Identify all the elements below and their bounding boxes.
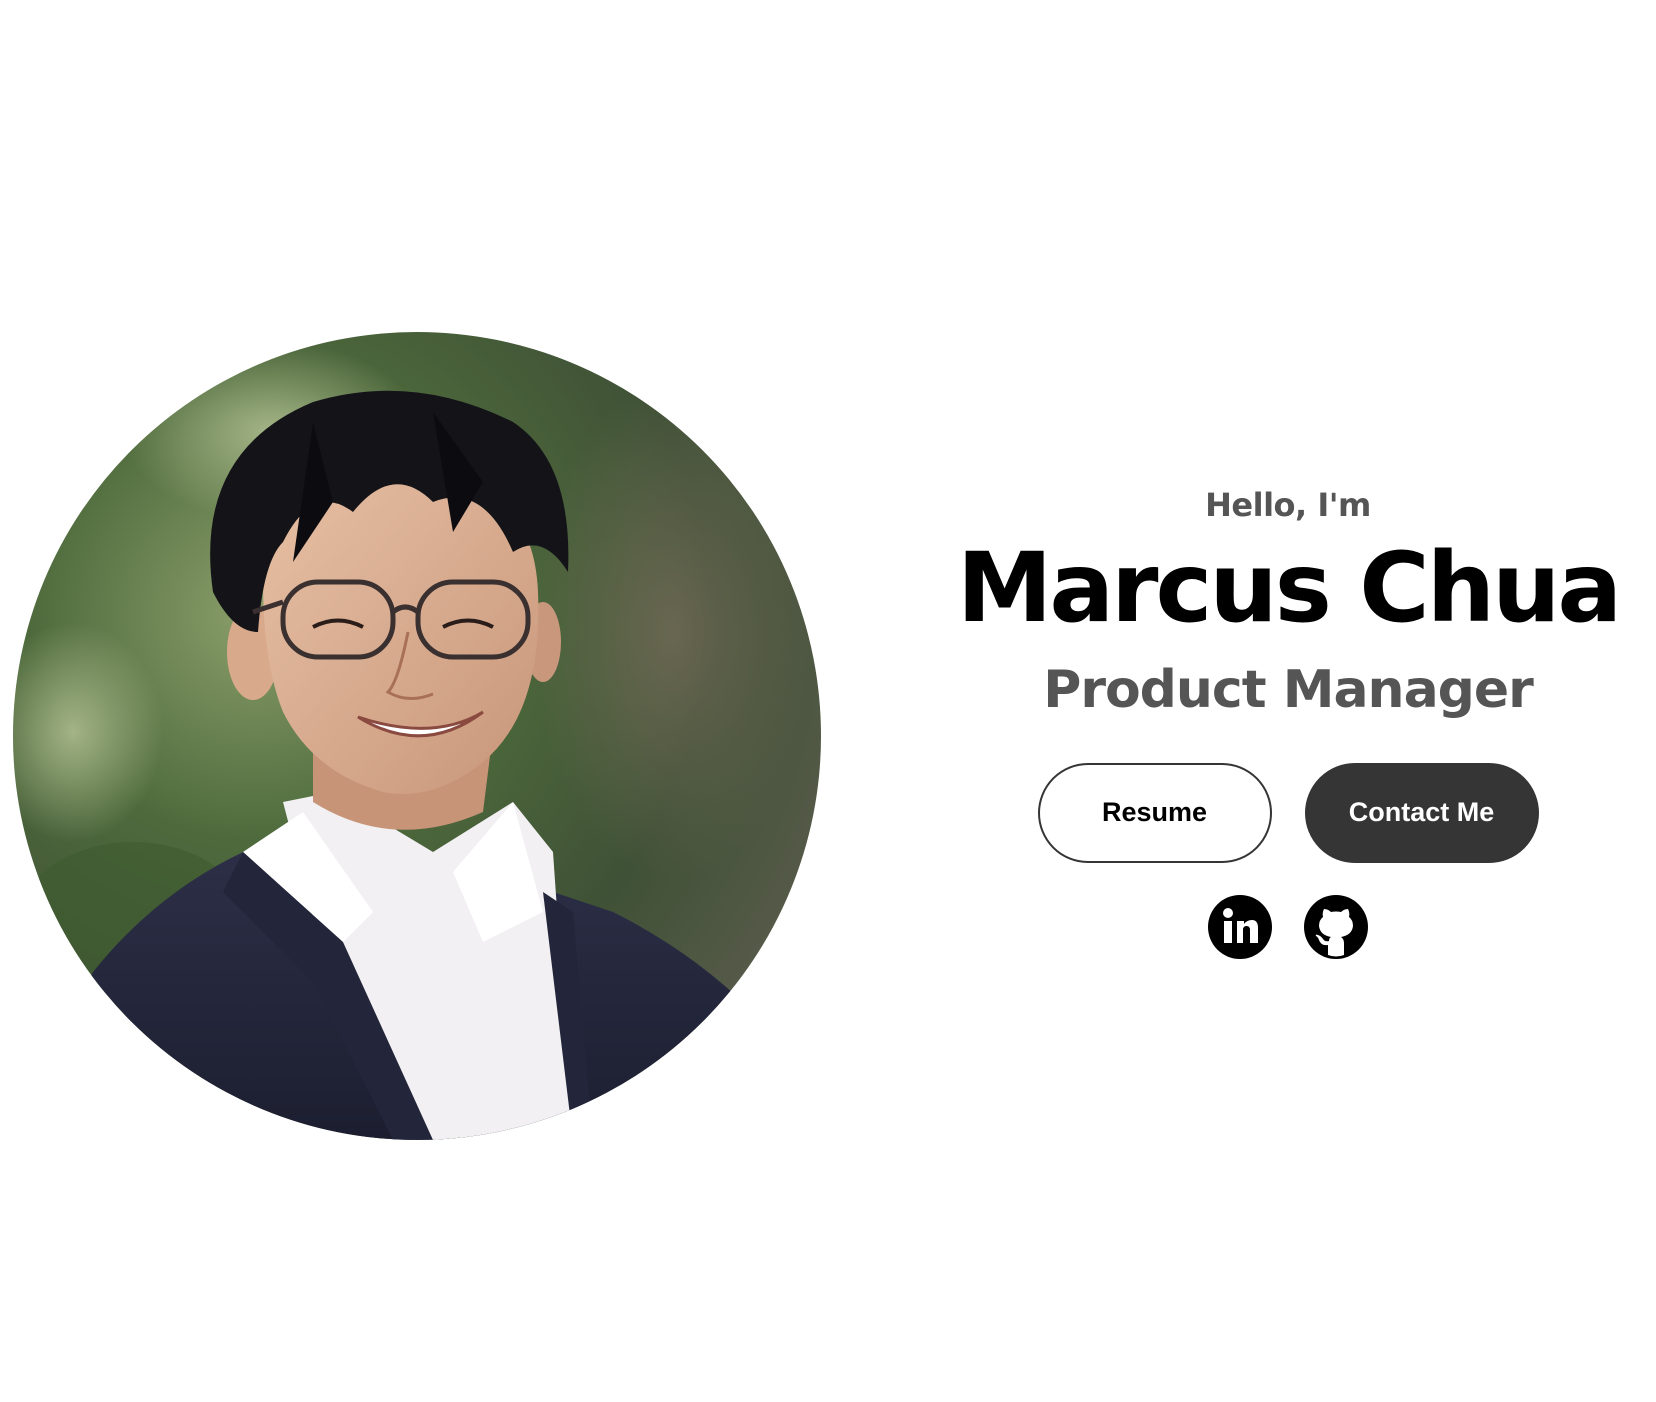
page-title: Marcus Chua <box>956 532 1622 644</box>
action-buttons: Resume Contact Me <box>1037 762 1539 863</box>
github-link[interactable] <box>1304 894 1368 959</box>
github-icon <box>1304 894 1368 959</box>
linkedin-link[interactable] <box>1208 894 1272 959</box>
greeting-text: Hello, I'm <box>1205 486 1371 524</box>
intro-section: Hello, I'm Marcus Chua Product Manager R… <box>956 470 1656 959</box>
resume-button[interactable]: Resume <box>1037 762 1272 863</box>
profile-page: Hello, I'm Marcus Chua Product Manager R… <box>0 0 1656 1402</box>
job-title: Product Manager <box>1043 659 1534 720</box>
contact-me-button[interactable]: Contact Me <box>1304 762 1539 863</box>
linkedin-icon <box>1208 894 1272 959</box>
profile-photo <box>13 332 821 1140</box>
social-links <box>1208 894 1368 959</box>
